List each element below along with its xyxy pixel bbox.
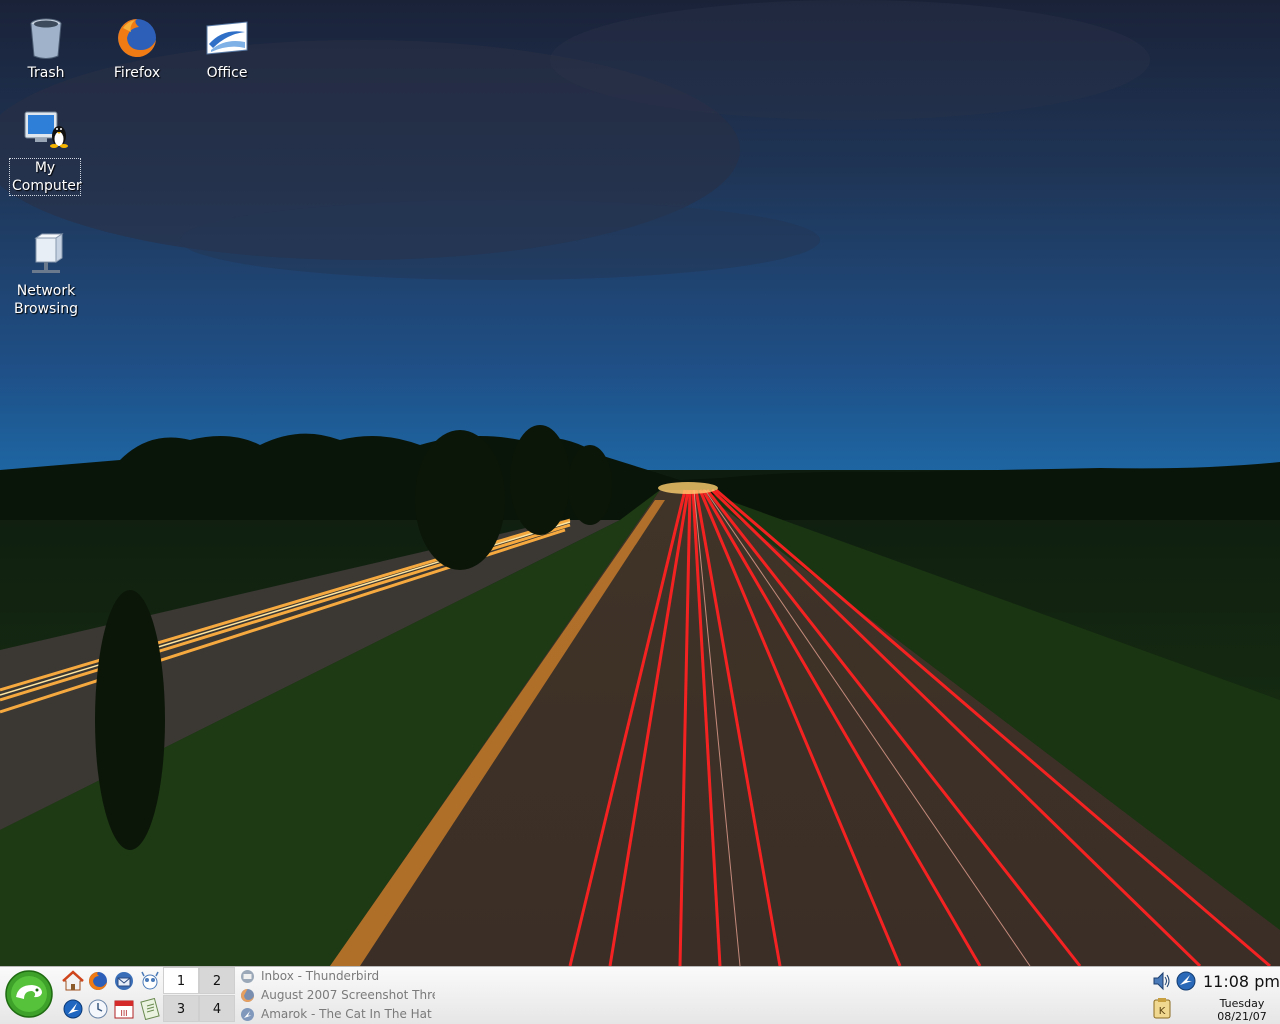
pager-desktop-3[interactable]: 3	[163, 995, 199, 1022]
pager-label: 1	[176, 974, 186, 989]
notes-icon[interactable]	[139, 998, 161, 1020]
computer-icon	[24, 111, 68, 148]
volume-icon[interactable]	[1151, 970, 1173, 992]
office-icon	[206, 21, 248, 55]
gaim-icon[interactable]	[139, 970, 161, 992]
desktop-icon-label: Network Browsing	[13, 283, 78, 317]
amarok-icon[interactable]	[62, 998, 84, 1020]
desktop-icon-label: Office	[206, 65, 248, 81]
task-inbox-thunderbird[interactable]: Inbox - Thunderbird	[240, 967, 435, 986]
pager-desktop-1[interactable]: 1	[163, 967, 199, 994]
task-firefox-screenshot-thread[interactable]: August 2007 Screenshot Thre	[240, 986, 435, 1005]
desktop-icon-label: Trash	[27, 65, 65, 81]
task-amarok[interactable]: Amarok - The Cat In The Hat I	[240, 1005, 435, 1024]
pager-label: 3	[176, 1002, 186, 1017]
network-icon	[32, 233, 64, 273]
firefox-icon	[118, 19, 156, 57]
pager-desktop-2[interactable]: 2	[199, 967, 235, 994]
desktop-icon-office[interactable]: Office	[182, 14, 272, 82]
amarok-icon	[241, 1008, 254, 1021]
home-icon[interactable]	[62, 970, 84, 992]
suse-gecko-icon[interactable]	[4, 969, 54, 1019]
calendar-icon[interactable]: III	[113, 998, 135, 1020]
desktop-icon-network-browsing[interactable]: Network Browsing	[1, 232, 91, 318]
desktop-icon-trash[interactable]: Trash	[1, 14, 91, 82]
pager-desktop-4[interactable]: 4	[199, 995, 235, 1022]
clock-day: Tuesday	[1219, 997, 1265, 1010]
clock-icon[interactable]	[87, 998, 109, 1020]
task-label: Amarok - The Cat In The Hat I	[261, 1007, 435, 1021]
klipper-icon[interactable]: K	[1151, 997, 1173, 1019]
task-label: August 2007 Screenshot Thre	[261, 988, 435, 1002]
desktop-icon-my-computer[interactable]: My Computer	[0, 108, 90, 196]
svg-text:III: III	[120, 1009, 127, 1018]
pager-label: 4	[212, 1002, 222, 1017]
firefox-icon	[241, 989, 254, 1002]
clock-time[interactable]: 11:08 pm	[1203, 972, 1280, 991]
trash-icon	[30, 18, 62, 59]
thunderbird-icon	[241, 970, 254, 983]
desktop-wallpaper	[0, 0, 1280, 966]
task-label: Inbox - Thunderbird	[261, 969, 380, 983]
desktop-icon-label: Firefox	[113, 65, 161, 81]
firefox-icon[interactable]	[87, 970, 109, 992]
desktop-icon-firefox[interactable]: Firefox	[92, 14, 182, 82]
pager-label: 2	[212, 974, 222, 989]
network-applet-icon[interactable]	[1175, 970, 1197, 992]
clock-date: 08/21/07	[1217, 1010, 1267, 1023]
svg-text:K: K	[1159, 1006, 1166, 1017]
desktop-icon-label: My Computer	[9, 158, 82, 196]
thunderbird-icon[interactable]	[113, 970, 135, 992]
